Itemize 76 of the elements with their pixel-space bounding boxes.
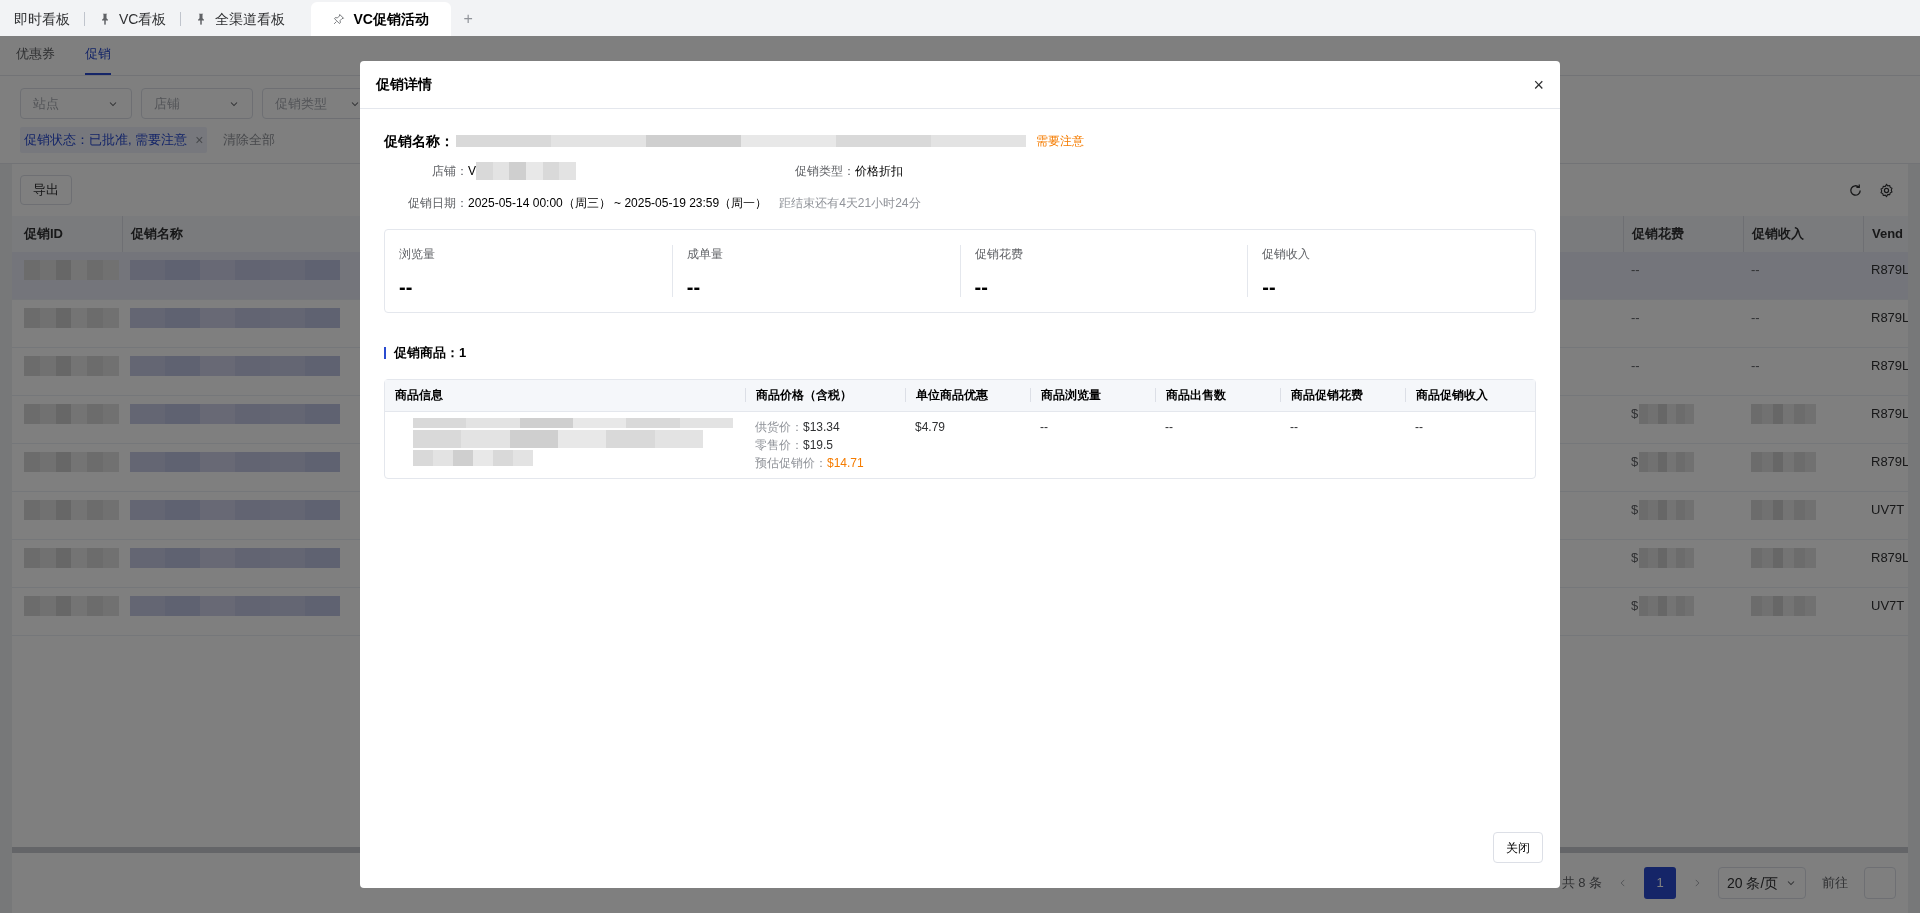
table-cell: --	[1040, 419, 1048, 434]
section-title: 促销商品：1	[394, 344, 467, 362]
table-cell: R879L	[1871, 406, 1908, 421]
total-count: 共 8 条	[1561, 874, 1602, 893]
column-header: 促销ID	[24, 225, 63, 244]
table-cell: R879L	[1871, 358, 1908, 373]
table-cell: R879L	[1871, 550, 1908, 565]
table-cell: --	[1751, 262, 1760, 277]
price-label: 零售价：	[755, 436, 803, 454]
add-tab-button[interactable]: +	[451, 2, 485, 36]
column-header: 促销名称	[131, 225, 183, 244]
field-value: 2025-05-14 00:00（周三） ~ 2025-05-19 23:59（周一）	[468, 195, 768, 212]
column-header: Vend	[1872, 225, 1904, 244]
column-header: 商品信息	[395, 387, 443, 404]
field-label: 促销日期：	[408, 195, 468, 212]
stat-label: 浏览量	[399, 246, 436, 263]
table-cell: --	[1751, 358, 1760, 373]
stat-value: --	[1262, 277, 1277, 297]
table-cell-text: $	[1631, 597, 1639, 615]
column-header: 商品出售数	[1166, 387, 1226, 404]
dialog-title: 促销详情	[376, 75, 432, 94]
page-size-select[interactable]: 20 条/页	[1718, 867, 1806, 899]
table-cell-text: $	[1631, 453, 1639, 471]
field-label: 促销类型：	[795, 163, 855, 180]
close-button[interactable]: ×	[1533, 75, 1544, 94]
countdown-text: 距结束还有4天21小时24分	[779, 195, 921, 212]
column-header: 商品价格（含税）	[756, 387, 852, 404]
table-cell: $4.79	[915, 419, 946, 434]
table-cell: --	[1290, 419, 1298, 434]
field-value: 价格折扣	[855, 163, 903, 180]
table-cell-text: $	[1631, 549, 1639, 567]
tab[interactable]: 全渠道看板	[185, 2, 296, 36]
column-header: 单位商品优惠	[916, 387, 988, 404]
price-value: $19.5	[803, 436, 834, 454]
table-cell-text: $	[1631, 405, 1639, 423]
table-cell: UV7T	[1871, 502, 1905, 517]
column-header: 商品促销花费	[1291, 387, 1363, 404]
sub-tab[interactable]: 优惠券	[16, 35, 55, 75]
table-cell: --	[1751, 310, 1760, 325]
table-cell: R879L	[1871, 454, 1908, 469]
price-label: 预估促销价：	[755, 454, 827, 472]
price-label: 供货价：	[755, 418, 803, 436]
filter-tag: 促销状态：已批准, 需要注意 ×	[20, 127, 208, 153]
field-value: V	[468, 163, 476, 180]
export-button[interactable]: 导出	[20, 175, 72, 205]
stat-label: 成单量	[686, 246, 724, 263]
table-cell: --	[1165, 419, 1173, 434]
remove-filter-button[interactable]: ×	[195, 129, 204, 151]
tab[interactable]: VC看板	[89, 2, 177, 36]
tab[interactable]: VC促销活动	[311, 2, 452, 36]
stat-value: --	[974, 277, 989, 297]
stat-value: --	[399, 277, 414, 297]
stat-label: 促销收入	[1262, 246, 1312, 263]
price-value: $14.71	[827, 454, 864, 472]
field-label: 促销名称：	[384, 131, 454, 151]
table-cell-text: --	[1631, 309, 1640, 327]
table-cell: R879L	[1871, 310, 1908, 325]
goto-label: 前往	[1822, 874, 1848, 893]
column-header: 商品促销收入	[1416, 387, 1488, 404]
price-value: $13.34	[803, 418, 840, 436]
column-header: 促销花费	[1632, 225, 1684, 244]
field-label: 店铺：	[432, 163, 468, 180]
table-cell: R879L	[1871, 262, 1908, 277]
table-cell: --	[1415, 419, 1423, 434]
stat-label: 促销花费	[974, 246, 1024, 263]
table-cell: UV7T	[1871, 598, 1905, 613]
close-dialog-button[interactable]: 关闭	[1493, 832, 1543, 863]
column-header: 商品浏览量	[1041, 387, 1101, 404]
table-cell-text: --	[1631, 357, 1640, 375]
stat-value: --	[686, 277, 702, 297]
column-header: 促销收入	[1752, 225, 1804, 244]
page-button[interactable]: 1	[1644, 867, 1676, 899]
table-cell-text: $	[1631, 501, 1639, 519]
tab[interactable]: 即时看板	[4, 2, 80, 36]
table-cell-text: --	[1631, 261, 1640, 279]
status-text: 需要注意	[1036, 133, 1084, 150]
